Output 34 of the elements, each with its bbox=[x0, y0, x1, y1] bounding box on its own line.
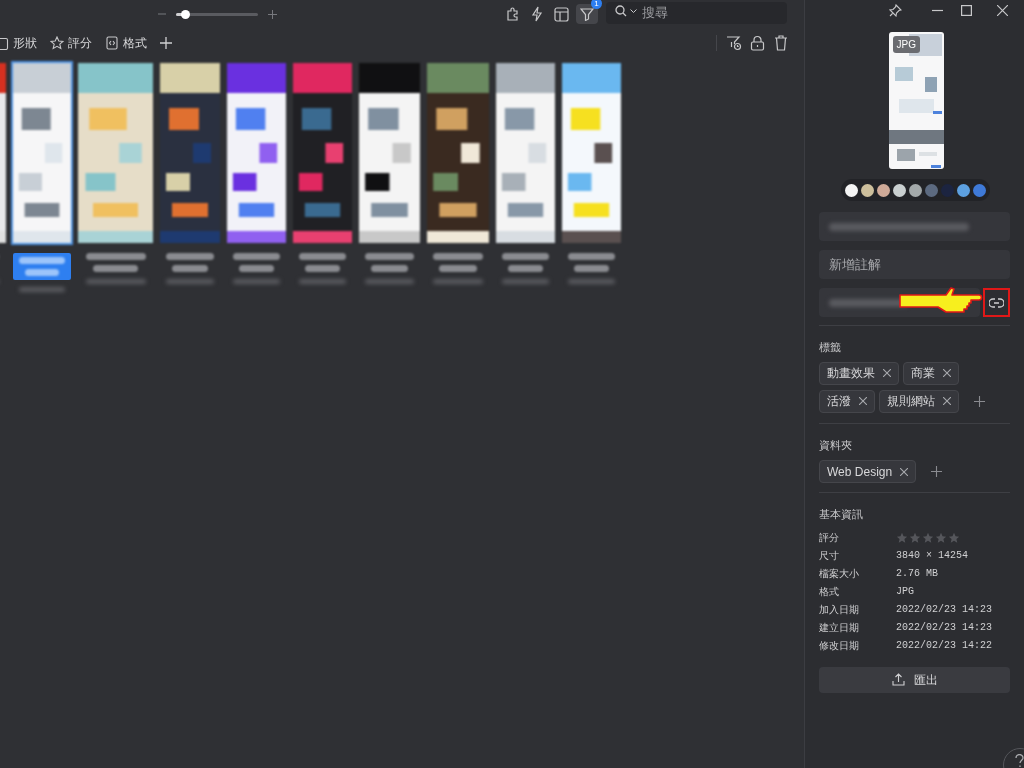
section-title: 資料夾 bbox=[819, 437, 853, 453]
filter-button[interactable]: 形狀 bbox=[0, 33, 37, 52]
tag-chip[interactable]: 動畫效果 bbox=[819, 361, 899, 385]
tag-label: 商業 bbox=[911, 365, 935, 382]
info-label: 檔案大小 bbox=[819, 566, 860, 581]
tag-label: 規則網站 bbox=[887, 393, 935, 410]
section-title: 標籤 bbox=[819, 340, 842, 355]
info-value: 2022/02/23 14:23 bbox=[896, 602, 993, 617]
info-label: 修改日期 bbox=[819, 638, 860, 653]
filter-button[interactable]: 格式 bbox=[105, 33, 147, 52]
note-field[interactable]: 新增註解 bbox=[819, 250, 1010, 279]
export-button[interactable]: 匯出 bbox=[819, 666, 1010, 693]
info-label: 建立日期 bbox=[819, 620, 860, 635]
section-title: 基本資訊 bbox=[819, 507, 864, 522]
info-value: 2.76 MB bbox=[896, 566, 939, 581]
tag-label: 活潑 bbox=[827, 393, 851, 410]
tag-chip[interactable]: 商業 bbox=[903, 361, 959, 385]
search-field[interactable]: 搜尋 bbox=[606, 1, 787, 24]
info-label: 評分 bbox=[819, 530, 840, 545]
filter-button[interactable]: 評分 bbox=[50, 33, 92, 52]
tag-label: Web Design bbox=[827, 463, 893, 481]
tag-chip[interactable]: 活潑 bbox=[819, 389, 875, 413]
tag-chip[interactable]: 規則網站 bbox=[879, 389, 959, 413]
tag-chip[interactable]: Web Design bbox=[819, 460, 917, 483]
tag-label: 動畫效果 bbox=[827, 365, 875, 382]
info-label: 加入日期 bbox=[819, 602, 860, 617]
info-value: 2022/02/23 14:22 bbox=[896, 638, 993, 653]
file-type-badge: JPG bbox=[892, 36, 920, 53]
info-label: 尺寸 bbox=[819, 548, 840, 563]
info-label: 格式 bbox=[819, 584, 840, 599]
info-value: 2022/02/23 14:23 bbox=[896, 620, 993, 635]
info-value: 3840 × 14254 bbox=[896, 548, 969, 563]
count-badge: 1 bbox=[591, 0, 602, 9]
info-value: JPG bbox=[896, 584, 915, 599]
